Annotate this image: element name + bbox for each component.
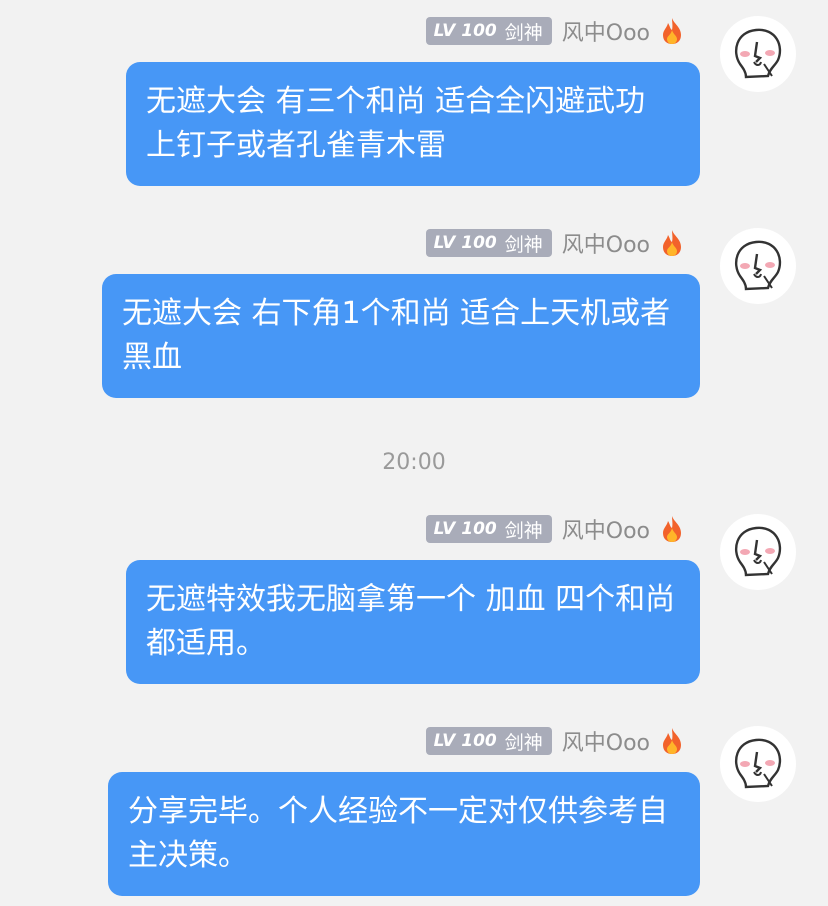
fire-icon (663, 230, 681, 256)
level-label: LV 100 (433, 731, 497, 751)
message-text: 分享完毕。个人经验不一定对仅供参考自主决策。 (128, 794, 668, 873)
rank-title: 剑神 (504, 731, 543, 754)
sender-meta: LV 100 剑神 风中Ooo (425, 513, 684, 545)
sender-meta: LV 100 剑神 风中Ooo (425, 725, 684, 757)
avatar[interactable] (720, 228, 796, 304)
avatar[interactable] (720, 514, 796, 590)
doodle-face-icon (735, 526, 782, 577)
level-label: LV 100 (433, 21, 497, 41)
sender-nickname[interactable]: 风中Ooo (562, 725, 650, 757)
level-badge[interactable]: LV 100 剑神 (425, 229, 552, 257)
message-bubble[interactable]: 无遮大会 有三个和尚 适合全闪避武功 上钉子或者孔雀青木雷 (126, 62, 700, 186)
fire-icon (663, 18, 681, 44)
timestamp-divider: 20:00 (382, 450, 446, 475)
message-bubble[interactable]: 分享完毕。个人经验不一定对仅供参考自主决策。 (108, 772, 700, 896)
message-text: 无遮特效我无脑拿第一个 加血 四个和尚都适用。 (146, 582, 676, 661)
level-badge[interactable]: LV 100 剑神 (425, 17, 552, 45)
doodle-face-icon (735, 240, 782, 291)
rank-title: 剑神 (504, 233, 543, 256)
sender-nickname[interactable]: 风中Ooo (562, 227, 650, 259)
message-bubble[interactable]: 无遮大会 右下角1个和尚 适合上天机或者黑血 (102, 274, 700, 398)
rank-title: 剑神 (504, 21, 543, 44)
avatar[interactable] (720, 16, 796, 92)
rank-title: 剑神 (504, 519, 543, 542)
message-bubble[interactable]: 无遮特效我无脑拿第一个 加血 四个和尚都适用。 (126, 560, 700, 684)
sender-meta: LV 100 剑神 风中Ooo (425, 227, 684, 259)
fire-icon (663, 728, 681, 754)
level-label: LV 100 (433, 519, 497, 539)
avatar[interactable] (720, 726, 796, 802)
doodle-face-icon (735, 28, 782, 79)
sender-meta: LV 100 剑神 风中Ooo (425, 15, 684, 47)
fire-icon (663, 516, 681, 542)
level-label: LV 100 (433, 233, 497, 253)
level-badge[interactable]: LV 100 剑神 (425, 727, 552, 755)
level-badge[interactable]: LV 100 剑神 (425, 515, 552, 543)
sender-nickname[interactable]: 风中Ooo (562, 513, 650, 545)
message-text: 无遮大会 右下角1个和尚 适合上天机或者黑血 (122, 296, 671, 375)
sender-nickname[interactable]: 风中Ooo (562, 15, 650, 47)
doodle-face-icon (735, 738, 782, 789)
message-text: 无遮大会 有三个和尚 适合全闪避武功 上钉子或者孔雀青木雷 (146, 84, 646, 163)
